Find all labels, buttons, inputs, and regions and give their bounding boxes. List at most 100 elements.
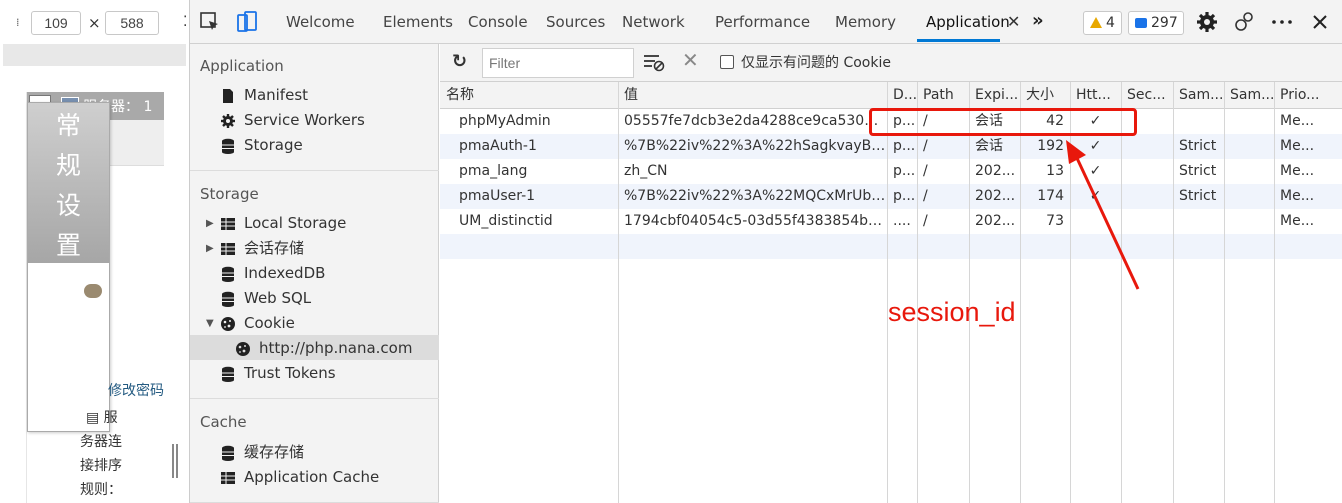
cookie-cell-httponly: ✓ <box>1089 163 1102 179</box>
column-header-value[interactable]: 值 <box>618 82 887 109</box>
cookie-cell-httponly: ✓ <box>1089 188 1102 204</box>
filter-input[interactable] <box>482 48 634 78</box>
close-devtools-icon[interactable] <box>1308 10 1332 34</box>
column-header-size[interactable]: 大小 <box>1020 82 1070 109</box>
customize-menu-icon[interactable] <box>1270 10 1294 34</box>
cookie-cell-expires: 202... <box>975 188 1016 204</box>
column-header-sameparty[interactable]: Sam... <box>1224 82 1274 109</box>
warnings-count: 4 <box>1106 15 1115 31</box>
media-query-ruler <box>3 44 186 66</box>
cookie-cell-sameparty <box>1224 134 1274 159</box>
tab-memory[interactable]: Memory <box>835 0 896 44</box>
collation-line: 接排序 <box>80 458 122 474</box>
cookie-cell-secure <box>1121 134 1173 159</box>
cookie-cell-samesite: Strict <box>1179 188 1217 204</box>
cookie-cell-samesite: Strict <box>1179 163 1217 179</box>
cookie-cell-name: pma_lang <box>459 163 528 179</box>
cookie-cell-name: UM_distinctid <box>459 213 553 229</box>
sidebar-item-label: Cookie <box>244 314 295 332</box>
sidebar-item-label: http://php.nana.com <box>259 339 413 357</box>
collapse-arrow-icon[interactable]: ▼ <box>206 311 214 336</box>
viewport-height-input[interactable] <box>105 11 159 35</box>
settings-gear-icon[interactable] <box>1195 10 1219 34</box>
column-header-expires[interactable]: Expi... <box>969 82 1020 109</box>
page-viewport: ⁞ × ⁚ → 服务器： 1 常 规 设 置 修改密码 ▤ 服 务 <box>0 0 189 503</box>
cookie-cell-size: 174 <box>1037 188 1064 204</box>
cookie-cell-path: / <box>923 163 928 179</box>
change-password-link[interactable]: 修改密码 <box>108 380 164 400</box>
active-tab-indicator <box>917 39 1000 42</box>
table-icon <box>221 472 235 484</box>
refresh-icon[interactable]: ↻ <box>452 52 472 72</box>
sidebar-item-label: 会话存储 <box>244 239 305 257</box>
messages-count: 297 <box>1151 15 1178 31</box>
cookie-cell-path: / <box>923 188 928 204</box>
column-header-httponly[interactable]: Htt... <box>1070 82 1121 109</box>
column-header-samesite[interactable]: Sam... <box>1173 82 1224 109</box>
tab-elements[interactable]: Elements <box>383 0 453 44</box>
cookie-cell-value: 05557fe7dcb3e2da4288ce9ca53069cf <box>624 113 887 129</box>
cookie-cell-size: 192 <box>1037 138 1064 154</box>
general-settings-title: 常 规 设 置 <box>28 103 109 263</box>
cookie-cell-domain: p... <box>893 138 916 154</box>
column-header-path[interactable]: Path <box>917 82 969 109</box>
clear-all-cookies-icon[interactable]: ✕ <box>682 48 699 72</box>
feedback-icon[interactable] <box>1232 10 1256 34</box>
issues-only-checkbox[interactable] <box>720 55 734 69</box>
cookie-cell-name: pmaAuth-1 <box>459 138 537 154</box>
resize-handle[interactable] <box>172 444 178 478</box>
cookie-filter-bar: ↻ ✕ 仅显示有问题的 Cookie <box>440 44 1342 82</box>
settings-title-char: 置 <box>55 231 81 260</box>
cookie-panel: ↻ ✕ 仅显示有问题的 Cookie 名称值D...PathExpi...大小H… <box>440 44 1342 503</box>
cookie-cell-httponly: ✓ <box>1089 138 1102 154</box>
cookie-cell-size: 13 <box>1046 163 1064 179</box>
expand-arrow-icon[interactable]: ▶ <box>206 211 214 236</box>
inspect-element-icon[interactable] <box>198 10 222 34</box>
tab-console[interactable]: Console <box>468 0 528 44</box>
cookie-cell-value: %7B%22iv%22%3A%22MQCxMrUbT... <box>624 188 887 204</box>
cookie-cell-expires: 202... <box>975 163 1016 179</box>
application-sidebar: Application Manifest Service Workers Sto… <box>190 44 439 503</box>
column-header-name[interactable]: 名称 <box>440 82 618 109</box>
close-tab-icon[interactable]: ✕ <box>1007 12 1020 31</box>
collation-line: 规则： <box>80 482 122 498</box>
clear-filtered-cookies-icon[interactable] <box>643 52 665 72</box>
cookie-cell-secure <box>1121 209 1173 234</box>
dimension-grip-icon: ⁞ <box>16 16 20 29</box>
devtools-window: Welcome Elements Console Sources Network… <box>189 0 1342 503</box>
sidebar-item-label: Web SQL <box>244 289 312 307</box>
cookie-icon <box>236 342 250 356</box>
cookie-cell-sameparty <box>1224 184 1274 209</box>
database-icon <box>222 138 234 154</box>
device-emulation-icon[interactable] <box>235 10 259 34</box>
tab-sources[interactable]: Sources <box>546 0 605 44</box>
cookie-icon <box>221 317 235 331</box>
devtools-toolbar: Welcome Elements Console Sources Network… <box>190 0 1342 44</box>
settings-title-char: 规 <box>55 151 81 180</box>
sidebar-item-label: Local Storage <box>244 214 347 232</box>
settings-title-char: 设 <box>55 191 81 220</box>
empty-table-row[interactable] <box>440 234 1342 259</box>
more-options-icon[interactable]: ⁚ <box>183 14 187 30</box>
column-header-secure[interactable]: Sec... <box>1121 82 1173 109</box>
tab-welcome[interactable]: Welcome <box>286 0 355 44</box>
tab-network[interactable]: Network <box>622 0 685 44</box>
tab-application[interactable]: Application <box>926 0 1010 44</box>
expand-arrow-icon[interactable]: ▶ <box>206 236 214 261</box>
cookie-cell-expires: 会话 <box>975 138 1003 154</box>
cookie-cell-domain: p... <box>893 188 916 204</box>
server-collation-label: ▤ 服 务器连 接排序 规则： <box>80 406 136 502</box>
more-tabs-icon[interactable]: » <box>1032 10 1044 31</box>
collation-line: ▤ 服 <box>86 410 118 426</box>
viewport-width-input[interactable] <box>31 11 81 35</box>
cookie-cell-value: 1794cbf04054c5-03d55f4383854b-5... <box>624 213 887 229</box>
messages-badge[interactable]: 297 <box>1128 11 1184 35</box>
password-icon <box>84 284 102 298</box>
warnings-badge[interactable]: 4 <box>1083 11 1122 35</box>
cookie-cell-path: / <box>923 138 928 154</box>
tab-performance[interactable]: Performance <box>715 0 810 44</box>
cookie-cell-secure <box>1121 159 1173 184</box>
column-header-domain[interactable]: D... <box>887 82 917 109</box>
column-header-priority[interactable]: Prio... <box>1274 82 1342 109</box>
document-icon <box>223 89 233 103</box>
